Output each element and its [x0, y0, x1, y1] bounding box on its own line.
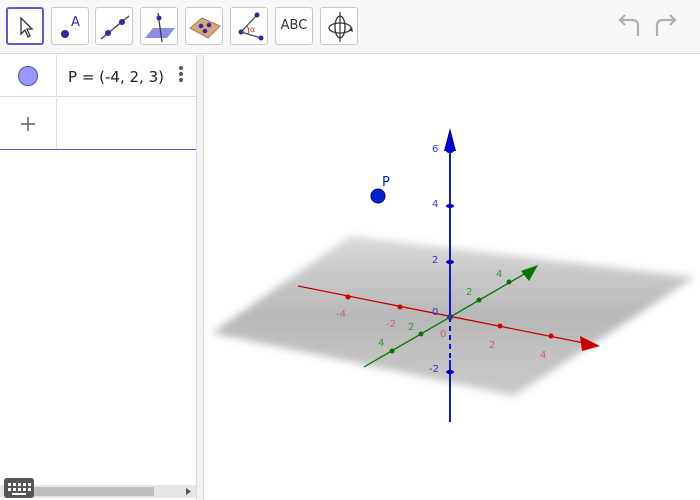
x-tick-label: 0 — [440, 329, 446, 340]
visibility-marble-icon[interactable] — [18, 66, 38, 86]
z-tick-label: 2 — [432, 255, 438, 266]
algebra-expression[interactable]: P = (-4, 2, 3) — [68, 68, 164, 86]
y-tick-label: 4 — [378, 338, 384, 349]
x-tick-label: 2 — [489, 340, 495, 351]
svg-text:α: α — [250, 25, 255, 34]
graphics-3d-view[interactable]: -4 -2 0 2 4 4 2 2 4 6 4 2 0 -2 P — [204, 55, 700, 500]
rotate-3d-icon — [328, 12, 353, 42]
point-tool-button[interactable]: A — [51, 7, 89, 45]
point-A-icon: A — [61, 15, 80, 38]
algebra-item-P[interactable]: P = (-4, 2, 3) — [0, 55, 196, 97]
line-tool-button[interactable] — [95, 7, 133, 45]
x-tick-label: 4 — [540, 350, 546, 361]
x-tick-label: -4 — [336, 309, 346, 320]
line-through-points-icon — [100, 15, 130, 40]
svg-text:A: A — [71, 15, 80, 30]
undo-icon[interactable] — [614, 12, 644, 42]
text-tool-label: ABC — [280, 18, 308, 33]
angle-tool-button[interactable]: α — [230, 7, 268, 45]
perpendicular-plane-tool-button[interactable] — [140, 7, 178, 45]
redo-icon[interactable] — [651, 12, 681, 42]
toolbar: A α ABC — [0, 0, 700, 54]
polygon-tool-button[interactable] — [185, 7, 223, 45]
x-tick-label: -2 — [386, 319, 396, 330]
plus-icon[interactable] — [18, 114, 38, 134]
z-tick-label: 0 — [432, 307, 438, 318]
z-axis-arrow — [444, 128, 456, 151]
graphics-3d-canvas[interactable]: -4 -2 0 2 4 4 2 2 4 6 4 2 0 -2 P — [204, 55, 700, 500]
z-tick-label: 4 — [432, 199, 438, 210]
y-tick-label: 2 — [408, 322, 414, 333]
origin-point — [447, 314, 453, 320]
marble-column — [0, 55, 57, 96]
input-plus-column — [0, 98, 57, 149]
point-P-label: P — [382, 175, 390, 190]
y-tick-label: 4 — [496, 269, 502, 280]
view-divider[interactable] — [196, 55, 204, 500]
z-tick-label: -2 — [429, 364, 439, 375]
text-tool-button[interactable]: ABC — [275, 7, 313, 45]
angle-alpha-icon: α — [238, 12, 264, 41]
point-P[interactable] — [370, 188, 386, 204]
move-tool-button[interactable] — [6, 7, 44, 45]
y-tick-label: 2 — [466, 287, 472, 298]
keyboard-icon[interactable] — [4, 478, 34, 498]
plane-line-icon — [145, 12, 175, 43]
cursor-arrow-icon — [20, 16, 34, 38]
z-tick-label: 6 — [432, 144, 438, 155]
algebra-view: P = (-4, 2, 3) — [0, 55, 196, 500]
rotate-view-tool-button[interactable] — [320, 7, 358, 45]
algebra-input-row[interactable] — [0, 98, 196, 150]
vertical-dots-icon[interactable] — [178, 65, 184, 85]
polygon-points-icon — [189, 17, 221, 39]
